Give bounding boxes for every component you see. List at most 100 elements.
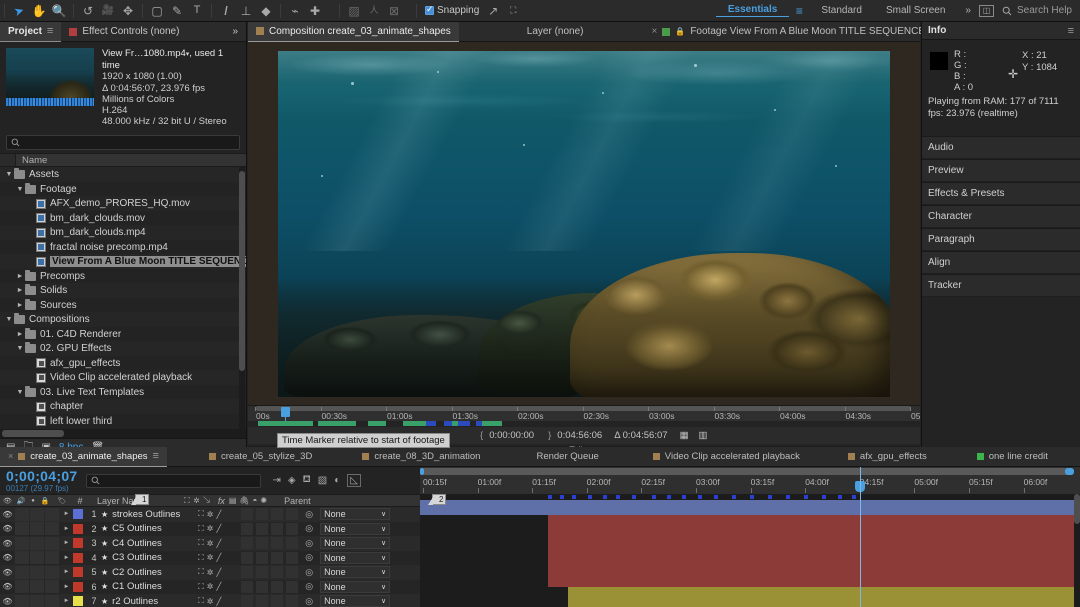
timeline-marker[interactable]: 1 — [135, 494, 149, 505]
duration-value[interactable]: Δ 0:04:56:07 — [614, 430, 667, 441]
layer-name[interactable]: r2 Outlines — [112, 596, 198, 607]
accordion-item-preview[interactable]: Preview — [922, 159, 1080, 182]
selection-tool-icon[interactable]: ➤ — [6, 0, 31, 23]
keyframe-marker[interactable] — [572, 495, 576, 499]
keyframe-marker[interactable] — [682, 495, 686, 499]
project-tree-item[interactable]: ▼03. Live Text Templates — [0, 385, 246, 400]
layer-audio-cell[interactable] — [15, 566, 29, 579]
project-tree-scroll-thumb[interactable] — [239, 171, 245, 371]
chevron-down-icon[interactable]: ∨ — [381, 539, 386, 547]
keyframe-marker[interactable] — [768, 495, 772, 499]
timeline-vscrollbar[interactable] — [1074, 494, 1080, 607]
layer-lock-cell[interactable] — [45, 595, 59, 607]
project-tree-item[interactable]: ►Solids — [0, 283, 246, 298]
timeline-tracks[interactable] — [420, 494, 1080, 607]
twirl-icon[interactable]: ► — [15, 331, 25, 338]
parent-pickwhip-icon[interactable]: ◎ — [298, 581, 320, 592]
timeline-search-input[interactable] — [86, 474, 261, 488]
layer-row[interactable]: 👁►6★C1 Outlines⛶✲╱◎None∨ — [0, 580, 420, 595]
layer-parent-select[interactable]: None∨ — [320, 552, 390, 564]
layer-solo-cell[interactable] — [30, 522, 44, 535]
pan-behind-tool-icon[interactable]: ✥ — [118, 1, 138, 21]
layer-duration-bar[interactable] — [548, 544, 1080, 559]
keyframe-marker[interactable] — [560, 495, 564, 499]
layer-row[interactable]: 👁►2★C5 Outlines⛶✲╱◎None∨ — [0, 522, 420, 537]
project-tree-hscroll-thumb[interactable] — [2, 430, 64, 437]
enable-frame-blending-icon[interactable]: ▧ — [318, 475, 327, 486]
layer-lock-cell[interactable] — [45, 551, 59, 564]
layer-twirl-icon[interactable]: ► — [60, 598, 73, 604]
layer-row[interactable]: 👁►5★C2 Outlines⛶✲╱◎None∨ — [0, 565, 420, 580]
layer-visibility-icon[interactable]: 👁 — [0, 597, 15, 606]
chevron-down-icon[interactable]: ∨ — [381, 510, 386, 518]
layer-duration-bar[interactable] — [548, 515, 1080, 530]
layer-quality-icon[interactable]: ✲ — [207, 553, 214, 562]
layer-twirl-icon[interactable]: ► — [60, 569, 73, 575]
project-column-name[interactable]: Name — [16, 155, 47, 166]
layer-visibility-icon[interactable]: 👁 — [0, 524, 15, 533]
type-tool-icon[interactable]: T — [187, 1, 207, 21]
layer-rows[interactable]: 👁►1★strokes Outlines⛶✲╱◎None∨👁►2★C5 Outl… — [0, 507, 420, 607]
roto-brush-tool-icon[interactable]: ⌁ — [285, 1, 305, 21]
enable-motion-blur-icon[interactable]: ◐ — [334, 475, 340, 486]
layer-collapse-icon[interactable]: ⛶ — [198, 582, 204, 592]
project-panel-menu-icon[interactable]: ≡ — [47, 25, 53, 37]
layer-label-swatch[interactable] — [73, 567, 83, 577]
chevron-down-icon[interactable]: ∨ — [381, 568, 386, 576]
project-tree-item[interactable]: Video Clip accelerated playback — [0, 370, 246, 385]
project-tree-item[interactable]: View From A Blue Moon TITLE SEQUENC — [0, 254, 246, 269]
parent-pickwhip-icon[interactable]: ◎ — [298, 523, 320, 534]
project-tree-item[interactable]: ►Sources — [0, 298, 246, 313]
timeline-ruler[interactable]: 00:15f01:00f01:15f02:00f02:15f03:00f03:1… — [420, 467, 1080, 494]
layer-visibility-icon[interactable]: 👁 — [0, 568, 15, 577]
timeline-scroll-left-handle[interactable] — [420, 468, 424, 475]
lock-icon[interactable]: 🔒 — [675, 27, 685, 36]
layer-effects-icon[interactable]: ╱ — [216, 510, 221, 519]
layer-audio-cell[interactable] — [15, 595, 29, 607]
parent-pickwhip-icon[interactable]: ◎ — [298, 596, 320, 607]
timeline-panel-menu-icon[interactable]: ≡ — [153, 450, 159, 462]
tab-effect-controls[interactable]: Effect Controls (none) — [61, 22, 187, 42]
project-tree-item[interactable]: bm_dark_clouds.mov — [0, 211, 246, 226]
layer-effects-icon[interactable]: ╱ — [216, 568, 221, 577]
workspace-small-screen[interactable]: Small Screen — [874, 5, 957, 16]
keyframe-marker[interactable] — [632, 495, 636, 499]
layer-lock-cell[interactable] — [45, 508, 59, 521]
layer-effects-icon[interactable]: ╱ — [216, 553, 221, 562]
layer-duration-bar[interactable] — [420, 500, 1080, 515]
parent-pickwhip-icon[interactable]: ◎ — [298, 509, 320, 520]
view-axis-mode-icon[interactable]: ⊠ — [384, 1, 404, 21]
layer-label-swatch[interactable] — [73, 582, 83, 592]
pen-tool-icon[interactable]: ✎ — [167, 1, 187, 21]
layer-duration-bar[interactable] — [548, 573, 1080, 588]
layer-parent-select[interactable]: None∨ — [320, 595, 390, 607]
twirl-icon[interactable]: ► — [15, 287, 25, 294]
accordion-item-audio[interactable]: Audio — [922, 136, 1080, 159]
layer-parent-select[interactable]: None∨ — [320, 566, 390, 578]
accordion-item-align[interactable]: Align — [922, 251, 1080, 274]
layer-solo-cell[interactable] — [30, 551, 44, 564]
eraser-tool-icon[interactable]: ◆ — [256, 1, 276, 21]
layer-effects-icon[interactable]: ╱ — [216, 597, 221, 606]
workspace-essentials[interactable]: Essentials — [716, 4, 789, 17]
camera-tool-icon[interactable]: 🎥 — [98, 1, 118, 21]
close-icon[interactable]: × — [8, 451, 13, 461]
project-tree-item[interactable]: ▼Compositions — [0, 312, 246, 327]
layer-row[interactable]: 👁►1★strokes Outlines⛶✲╱◎None∨ — [0, 507, 420, 522]
project-search-input[interactable] — [6, 135, 240, 150]
keyframe-marker[interactable] — [822, 495, 826, 499]
timeline-tab-video-clip-accelerated-playback[interactable]: Video Clip accelerated playback — [645, 447, 808, 467]
layer-quality-icon[interactable]: ✲ — [207, 510, 214, 519]
keyframe-marker[interactable] — [838, 495, 842, 499]
project-tree-scrollbar[interactable] — [239, 167, 245, 429]
in-point-value[interactable]: 0:00:00:00 — [489, 430, 534, 441]
layer-twirl-icon[interactable]: ► — [60, 555, 73, 561]
parent-pickwhip-icon[interactable]: ◎ — [298, 538, 320, 549]
layer-quality-icon[interactable]: ✲ — [207, 524, 214, 533]
col-parent[interactable]: Parent — [284, 496, 311, 506]
keyframe-marker[interactable] — [548, 495, 552, 499]
chevron-down-icon[interactable]: ∨ — [381, 554, 386, 562]
layer-parent-select[interactable]: None∨ — [320, 508, 390, 520]
timeline-tab-one-line-credit[interactable]: one line credit — [969, 447, 1056, 467]
layer-lock-cell[interactable] — [45, 537, 59, 550]
